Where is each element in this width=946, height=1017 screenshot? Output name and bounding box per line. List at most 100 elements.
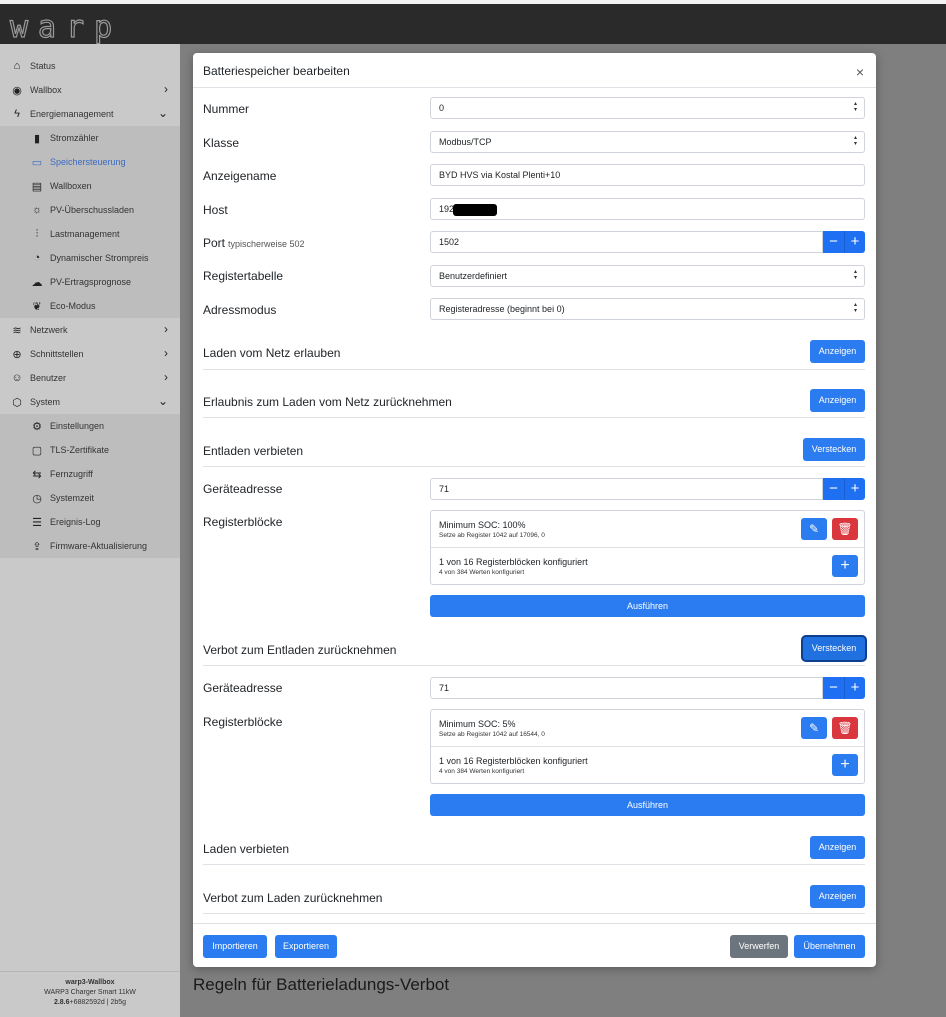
sidebar-item-tls-zertifikate[interactable]: ▢ TLS-Zertifikate	[0, 438, 180, 462]
discard-button[interactable]: Verwerfen	[730, 935, 788, 958]
sidebar-item-status[interactable]: ⌂ Status	[0, 54, 180, 78]
nummer-label: Nummer	[203, 102, 250, 116]
warp-logo: warp	[9, 10, 123, 45]
sidebar-item-eco-modus[interactable]: ❦ Eco-Modus	[0, 294, 180, 318]
laden-netz-label: Laden vom Netz erlauben	[203, 346, 341, 360]
sliders-icon: ⫶	[35, 227, 39, 240]
register-blocks-list: Minimum SOC: 5% Setze ab Register 1042 a…	[430, 709, 865, 784]
divider	[203, 864, 865, 865]
port-label: Port typischerweise 502	[203, 236, 305, 250]
increment-button[interactable]: +	[844, 478, 865, 500]
nummer-select[interactable]: 0	[430, 97, 865, 119]
sidebar-item-wallbox[interactable]: ◉ Wallbox ›	[0, 78, 180, 102]
klasse-select[interactable]: Modbus/TCP	[430, 131, 865, 153]
registerbloecke-label: Registerblöcke	[203, 515, 283, 529]
bolt-icon: ϟ	[14, 108, 20, 120]
sidebar-item-stromzaehler[interactable]: ▮ Stromzähler	[0, 126, 180, 150]
top-bar: warp	[0, 0, 946, 44]
verbot-entladen-hide-button[interactable]: Verstecken	[803, 637, 865, 660]
firmware-build: +6882592d | 2b5g	[69, 999, 127, 1006]
sidebar-item-lastmanagement[interactable]: ⫶ Lastmanagement	[0, 222, 180, 246]
modal-header: Batteriespeicher bearbeiten ×	[193, 53, 876, 88]
register-block-detail: Setze ab Register 1042 auf 16544, 0	[439, 731, 545, 738]
remote-icon: ⇆	[32, 468, 42, 481]
run-button[interactable]: Ausführen	[430, 794, 865, 816]
trash-icon[interactable]: 🗑	[832, 717, 858, 739]
sidebar: ⌂ Status ◉ Wallbox › ϟ Energiemanagement ⌄ ▮ S…	[0, 44, 180, 1017]
run-button[interactable]: Ausführen	[430, 595, 865, 617]
sidebar-item-pv-ueberschussladen[interactable]: ☼ PV-Überschussladen	[0, 198, 180, 222]
sidebar-item-einstellungen[interactable]: ⚙ Einstellungen	[0, 414, 180, 438]
divider	[203, 417, 865, 418]
wifi-icon: ≋	[12, 324, 22, 337]
user-icon: ☺	[11, 372, 23, 384]
decrement-button[interactable]: −	[823, 677, 844, 699]
geraeteadresse-input[interactable]: 71	[430, 677, 823, 699]
laden-verbieten-show-button[interactable]: Anzeigen	[810, 836, 865, 859]
import-button[interactable]: Importieren	[203, 935, 267, 958]
add-block-button[interactable]: +	[832, 754, 858, 776]
verbot-laden-label: Verbot zum Laden zurücknehmen	[203, 891, 383, 905]
register-block-title: Minimum SOC: 5%	[439, 719, 516, 729]
edit-battery-modal: Batteriespeicher bearbeiten × Nummer 0 K…	[193, 53, 876, 967]
adressmodus-select[interactable]: Registeradresse (beginnt bei 0)	[430, 298, 865, 320]
increment-button[interactable]: +	[844, 231, 865, 253]
sidebar-item-dynamischer-strompreis[interactable]: ◔ Dynamischer Strompreis	[0, 246, 180, 270]
add-block-button[interactable]: +	[832, 555, 858, 577]
edit-icon[interactable]: ✎	[801, 518, 827, 540]
port-input[interactable]: 1502	[430, 231, 823, 253]
sidebar-item-pv-ertragsprognose[interactable]: ☁ PV-Ertragsprognose	[0, 270, 180, 294]
gear-icon: ⚙	[32, 420, 42, 433]
divider	[203, 665, 865, 666]
anzeigename-label: Anzeigename	[203, 169, 277, 183]
close-icon[interactable]: ×	[856, 64, 864, 80]
register-blocks-list: Minimum SOC: 100% Setze ab Register 1042…	[430, 510, 865, 585]
device-model: WARP3 Charger Smart 11kW	[44, 989, 136, 996]
erlaubnis-netz-label: Erlaubnis zum Laden vom Netz zurücknehme…	[203, 395, 452, 409]
chevron-down-icon: ⌄	[157, 394, 168, 408]
verbot-laden-show-button[interactable]: Anzeigen	[810, 885, 865, 908]
sidebar-item-systemzeit[interactable]: ◷ Systemzeit	[0, 486, 180, 510]
port-stepper: − +	[823, 231, 865, 253]
apply-button[interactable]: Übernehmen	[794, 935, 865, 958]
geraeteadresse-stepper: − +	[823, 478, 865, 500]
sidebar-item-ereignis-log[interactable]: ☰ Ereignis-Log	[0, 510, 180, 534]
sidebar-footer: warp3-Wallbox WARP3 Charger Smart 11kW 2…	[0, 971, 180, 1017]
home-icon: ⌂	[13, 60, 21, 72]
sidebar-item-firmware-aktualisierung[interactable]: ⇪ Firmware-Aktualisierung	[0, 534, 180, 558]
edit-icon[interactable]: ✎	[801, 717, 827, 739]
sidebar-item-system[interactable]: ⬡ System ⌄	[0, 390, 180, 414]
redacted-block	[452, 203, 497, 216]
register-values-summary: 4 von 384 Werten konfiguriert	[439, 569, 525, 576]
sidebar-item-schnittstellen[interactable]: ⊕ Schnittstellen ›	[0, 342, 180, 366]
decrement-button[interactable]: −	[823, 231, 844, 253]
register-block-detail: Setze ab Register 1042 auf 17096, 0	[439, 532, 545, 539]
sidebar-item-energiemanagement[interactable]: ϟ Energiemanagement ⌄	[0, 102, 180, 126]
sidebar-item-fernzugriff[interactable]: ⇆ Fernzugriff	[0, 462, 180, 486]
trash-icon[interactable]: 🗑	[832, 518, 858, 540]
chevron-right-icon: ›	[164, 346, 168, 360]
device-name: warp3-Wallbox	[65, 979, 115, 986]
sidebar-item-netzwerk[interactable]: ≋ Netzwerk ›	[0, 318, 180, 342]
laden-netz-show-button[interactable]: Anzeigen	[810, 340, 865, 363]
globe-icon: ⊕	[12, 348, 22, 361]
firmware-version: 2.8.6	[53, 999, 70, 1006]
leaf-icon: ❦	[32, 300, 42, 313]
registertabelle-select[interactable]: Benutzerdefiniert	[430, 265, 865, 287]
erlaubnis-netz-show-button[interactable]: Anzeigen	[810, 389, 865, 412]
divider	[203, 913, 865, 914]
register-block-title: Minimum SOC: 100%	[439, 520, 526, 530]
entladen-verbieten-hide-button[interactable]: Verstecken	[803, 438, 865, 461]
chevron-right-icon: ›	[164, 82, 168, 96]
sidebar-item-benutzer[interactable]: ☺ Benutzer ›	[0, 366, 180, 390]
host-input[interactable]: 192.	[430, 198, 865, 220]
bar-chart-icon: ▮	[33, 132, 41, 145]
sidebar-item-speichersteuerung[interactable]: ▭ Speichersteuerung	[0, 150, 180, 174]
geraeteadresse-input[interactable]: 71	[430, 478, 823, 500]
sidebar-item-wallboxen[interactable]: ▤ Wallboxen	[0, 174, 180, 198]
increment-button[interactable]: +	[844, 677, 865, 699]
geraeteadresse-stepper: − +	[823, 677, 865, 699]
export-button[interactable]: Exportieren	[275, 935, 337, 958]
decrement-button[interactable]: −	[823, 478, 844, 500]
anzeigename-input[interactable]: BYD HVS via Kostal Plenti+10	[430, 164, 865, 186]
